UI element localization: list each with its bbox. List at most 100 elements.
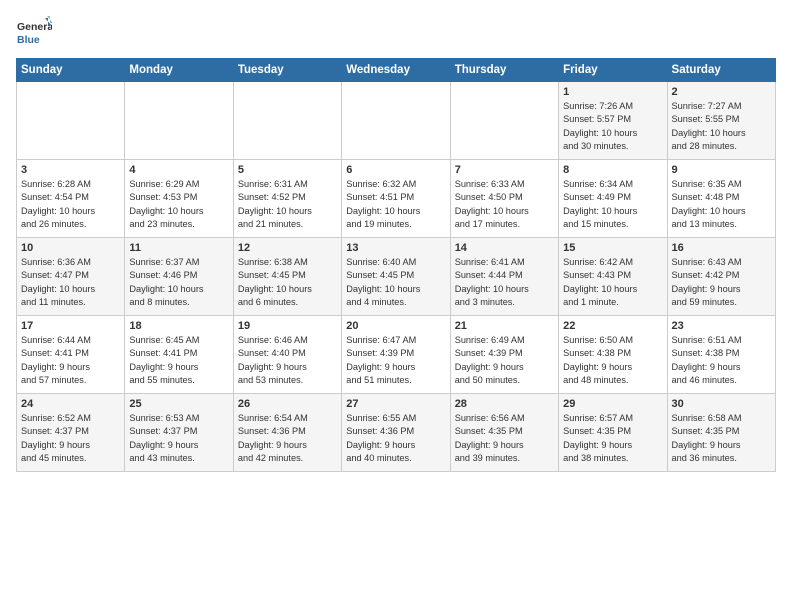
cell-content: Sunrise: 6:56 AM Sunset: 4:35 PM Dayligh… [455, 412, 554, 465]
calendar-cell: 29 Sunrise: 6:57 AM Sunset: 4:35 PM Dayli… [559, 394, 667, 472]
cell-content: Sunrise: 6:43 AM Sunset: 4:42 PM Dayligh… [672, 256, 771, 309]
cell-content: Sunrise: 6:33 AM Sunset: 4:50 PM Dayligh… [455, 178, 554, 231]
cell-content: Sunrise: 6:41 AM Sunset: 4:44 PM Dayligh… [455, 256, 554, 309]
cell-content: Sunrise: 6:50 AM Sunset: 4:38 PM Dayligh… [563, 334, 662, 387]
cell-content: Sunrise: 6:29 AM Sunset: 4:53 PM Dayligh… [129, 178, 228, 231]
cell-content: Sunrise: 6:42 AM Sunset: 4:43 PM Dayligh… [563, 256, 662, 309]
calendar-cell: 6 Sunrise: 6:32 AM Sunset: 4:51 PM Daylig… [342, 160, 450, 238]
calendar-cell: 16 Sunrise: 6:43 AM Sunset: 4:42 PM Dayli… [667, 238, 775, 316]
svg-text:Blue: Blue [17, 34, 40, 46]
day-number: 13 [346, 242, 445, 254]
day-number: 5 [238, 164, 337, 176]
page-container: General Blue SundayMondayTuesdayWednesda… [0, 0, 792, 480]
day-number: 12 [238, 242, 337, 254]
logo: General Blue [16, 16, 52, 52]
calendar-cell: 18 Sunrise: 6:45 AM Sunset: 4:41 PM Dayli… [125, 316, 233, 394]
day-number: 19 [238, 320, 337, 332]
calendar-cell: 8 Sunrise: 6:34 AM Sunset: 4:49 PM Daylig… [559, 160, 667, 238]
cell-content: Sunrise: 6:53 AM Sunset: 4:37 PM Dayligh… [129, 412, 228, 465]
calendar-cell: 21 Sunrise: 6:49 AM Sunset: 4:39 PM Dayli… [450, 316, 558, 394]
calendar-cell: 25 Sunrise: 6:53 AM Sunset: 4:37 PM Dayli… [125, 394, 233, 472]
day-header-wednesday: Wednesday [342, 59, 450, 82]
header: General Blue [16, 12, 776, 52]
day-number: 22 [563, 320, 662, 332]
day-number: 30 [672, 398, 771, 410]
day-number: 9 [672, 164, 771, 176]
cell-content: Sunrise: 7:27 AM Sunset: 5:55 PM Dayligh… [672, 100, 771, 153]
cell-content: Sunrise: 6:28 AM Sunset: 4:54 PM Dayligh… [21, 178, 120, 231]
calendar-cell: 13 Sunrise: 6:40 AM Sunset: 4:45 PM Dayli… [342, 238, 450, 316]
day-number: 21 [455, 320, 554, 332]
day-number: 27 [346, 398, 445, 410]
day-number: 15 [563, 242, 662, 254]
calendar-cell [450, 82, 558, 160]
calendar-cell: 28Sunrise: 6:56 AM Sunset: 4:35 PM Dayli… [450, 394, 558, 472]
day-number: 11 [129, 242, 228, 254]
cell-content: Sunrise: 6:38 AM Sunset: 4:45 PM Dayligh… [238, 256, 337, 309]
calendar-week-5: 24 Sunrise: 6:52 AM Sunset: 4:37 PM Dayli… [17, 394, 776, 472]
calendar-cell: 2 Sunrise: 7:27 AM Sunset: 5:55 PM Daylig… [667, 82, 775, 160]
cell-content: Sunrise: 6:37 AM Sunset: 4:46 PM Dayligh… [129, 256, 228, 309]
calendar-cell: 23 Sunrise: 6:51 AM Sunset: 4:38 PM Dayli… [667, 316, 775, 394]
day-number: 18 [129, 320, 228, 332]
calendar-cell: 10Sunrise: 6:36 AM Sunset: 4:47 PM Dayli… [17, 238, 125, 316]
cell-content: Sunrise: 6:55 AM Sunset: 4:36 PM Dayligh… [346, 412, 445, 465]
day-number: 6 [346, 164, 445, 176]
day-number: 17 [21, 320, 120, 332]
cell-content: Sunrise: 6:32 AM Sunset: 4:51 PM Dayligh… [346, 178, 445, 231]
cell-content: Sunrise: 7:26 AM Sunset: 5:57 PM Dayligh… [563, 100, 662, 153]
day-number: 16 [672, 242, 771, 254]
cell-content: Sunrise: 6:34 AM Sunset: 4:49 PM Dayligh… [563, 178, 662, 231]
calendar-cell: 26 Sunrise: 6:54 AM Sunset: 4:36 PM Dayli… [233, 394, 341, 472]
day-header-saturday: Saturday [667, 59, 775, 82]
day-header-thursday: Thursday [450, 59, 558, 82]
cell-content: Sunrise: 6:40 AM Sunset: 4:45 PM Dayligh… [346, 256, 445, 309]
calendar-cell: 5 Sunrise: 6:31 AM Sunset: 4:52 PM Daylig… [233, 160, 341, 238]
cell-content: Sunrise: 6:44 AM Sunset: 4:41 PM Dayligh… [21, 334, 120, 387]
cell-content: Sunrise: 6:35 AM Sunset: 4:48 PM Dayligh… [672, 178, 771, 231]
day-number: 23 [672, 320, 771, 332]
day-number: 25 [129, 398, 228, 410]
day-number: 20 [346, 320, 445, 332]
cell-content: Sunrise: 6:52 AM Sunset: 4:37 PM Dayligh… [21, 412, 120, 465]
day-number: 1 [563, 86, 662, 98]
calendar-cell: 30Sunrise: 6:58 AM Sunset: 4:35 PM Dayli… [667, 394, 775, 472]
calendar-cell: 24 Sunrise: 6:52 AM Sunset: 4:37 PM Dayli… [17, 394, 125, 472]
day-header-monday: Monday [125, 59, 233, 82]
calendar-cell [233, 82, 341, 160]
calendar-cell: 3 Sunrise: 6:28 AM Sunset: 4:54 PM Daylig… [17, 160, 125, 238]
day-number: 8 [563, 164, 662, 176]
cell-content: Sunrise: 6:57 AM Sunset: 4:35 PM Dayligh… [563, 412, 662, 465]
calendar-cell: 17 Sunrise: 6:44 AM Sunset: 4:41 PM Dayli… [17, 316, 125, 394]
cell-content: Sunrise: 6:51 AM Sunset: 4:38 PM Dayligh… [672, 334, 771, 387]
svg-text:General: General [17, 21, 52, 33]
cell-content: Sunrise: 6:54 AM Sunset: 4:36 PM Dayligh… [238, 412, 337, 465]
day-header-tuesday: Tuesday [233, 59, 341, 82]
calendar-cell: 20 Sunrise: 6:47 AM Sunset: 4:39 PM Dayli… [342, 316, 450, 394]
calendar-cell [125, 82, 233, 160]
day-number: 29 [563, 398, 662, 410]
calendar-cell [342, 82, 450, 160]
cell-content: Sunrise: 6:46 AM Sunset: 4:40 PM Dayligh… [238, 334, 337, 387]
day-number: 24 [21, 398, 120, 410]
day-number: 4 [129, 164, 228, 176]
cell-content: Sunrise: 6:31 AM Sunset: 4:52 PM Dayligh… [238, 178, 337, 231]
calendar-cell: 1 Sunrise: 7:26 AM Sunset: 5:57 PM Daylig… [559, 82, 667, 160]
cell-content: Sunrise: 6:45 AM Sunset: 4:41 PM Dayligh… [129, 334, 228, 387]
logo-graphic: General Blue [16, 16, 52, 52]
calendar-cell: 12 Sunrise: 6:38 AM Sunset: 4:45 PM Dayli… [233, 238, 341, 316]
calendar-cell [17, 82, 125, 160]
calendar-cell: 15 Sunrise: 6:42 AM Sunset: 4:43 PM Dayli… [559, 238, 667, 316]
calendar-table: SundayMondayTuesdayWednesdayThursdayFrid… [16, 58, 776, 472]
calendar-cell: 4 Sunrise: 6:29 AM Sunset: 4:53 PM Daylig… [125, 160, 233, 238]
day-number: 26 [238, 398, 337, 410]
cell-content: Sunrise: 6:47 AM Sunset: 4:39 PM Dayligh… [346, 334, 445, 387]
day-header-friday: Friday [559, 59, 667, 82]
day-number: 2 [672, 86, 771, 98]
cell-content: Sunrise: 6:49 AM Sunset: 4:39 PM Dayligh… [455, 334, 554, 387]
calendar-week-2: 3 Sunrise: 6:28 AM Sunset: 4:54 PM Daylig… [17, 160, 776, 238]
day-number: 3 [21, 164, 120, 176]
cell-content: Sunrise: 6:36 AM Sunset: 4:47 PM Dayligh… [21, 256, 120, 309]
day-header-sunday: Sunday [17, 59, 125, 82]
calendar-cell: 14Sunrise: 6:41 AM Sunset: 4:44 PM Dayli… [450, 238, 558, 316]
